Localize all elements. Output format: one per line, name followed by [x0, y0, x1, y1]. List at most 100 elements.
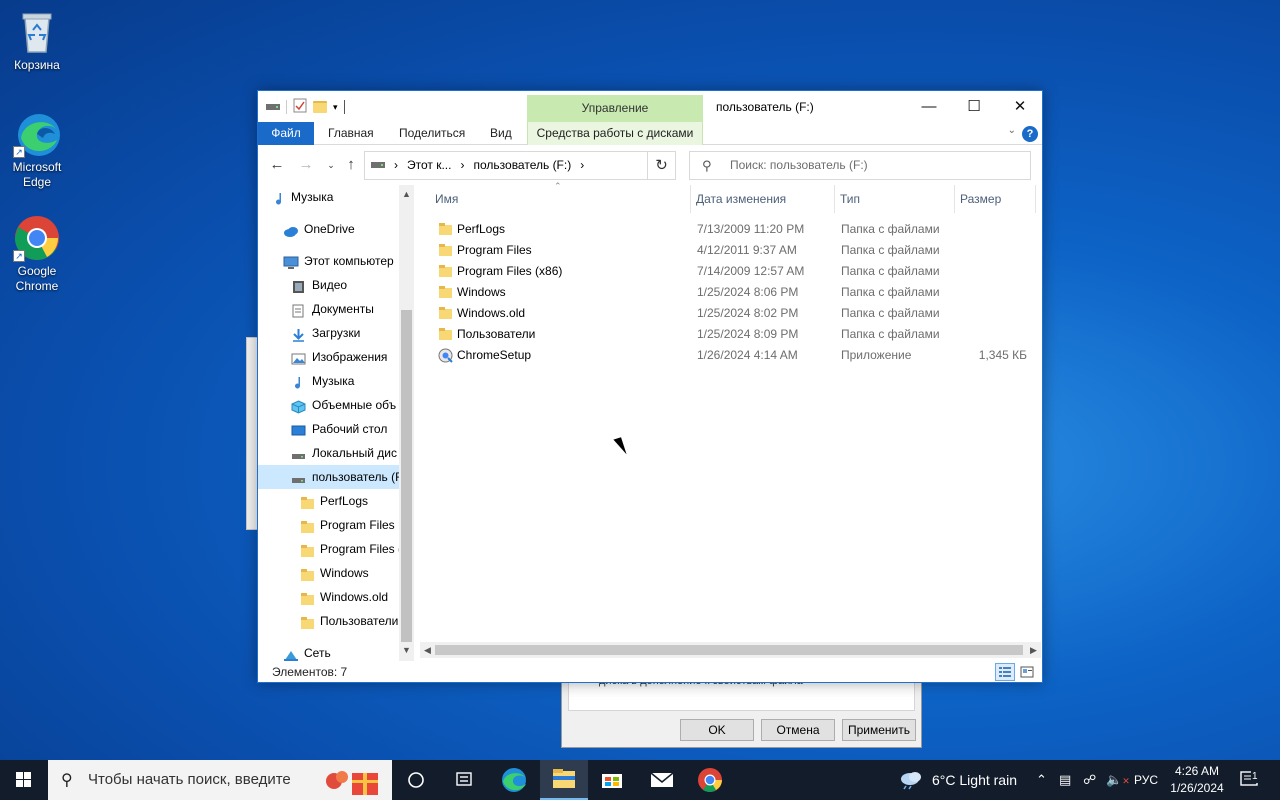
scroll-left-icon[interactable]: ◀ — [420, 642, 435, 658]
properties-icon[interactable] — [293, 98, 307, 116]
chevron-down-icon[interactable]: ▾ — [333, 102, 338, 113]
cloud-rain-icon — [901, 772, 921, 790]
tab-share[interactable]: Поделиться — [399, 122, 465, 145]
tab-home[interactable]: Главная — [328, 122, 374, 145]
language-indicator[interactable]: РУС — [1134, 760, 1158, 800]
breadcrumb-drive[interactable]: пользователь (F:) — [473, 152, 571, 179]
file-row[interactable]: Windows 1/25/2024 8:06 PM Папка с файлами — [430, 282, 1030, 303]
clock-time: 4:26 AM — [1174, 764, 1220, 778]
nav-item[interactable]: Сеть — [258, 641, 399, 661]
nav-item[interactable]: Program Files ( — [258, 537, 399, 561]
folder-icon — [300, 590, 315, 605]
nav-item[interactable]: OneDrive — [258, 217, 399, 241]
maximize-button[interactable]: ☐ — [951, 91, 997, 122]
scroll-down-icon[interactable]: ▼ — [399, 645, 414, 655]
apply-button[interactable]: Применить — [842, 719, 916, 741]
ok-button[interactable]: OK — [680, 719, 754, 741]
address-bar[interactable]: › Этот к... › пользователь (F:) › ⌄ — [364, 151, 671, 180]
nav-item[interactable]: Видео — [258, 273, 399, 297]
minimize-button[interactable]: — — [906, 91, 952, 122]
file-list-horizontal-scrollbar[interactable]: ◀ ▶ — [420, 642, 1041, 658]
desktop-icon-recycle-bin[interactable]: Корзина — [0, 8, 74, 73]
drive-icon — [291, 446, 306, 460]
nav-item[interactable]: Windows.old — [258, 585, 399, 609]
file-name: Windows.old — [457, 306, 526, 320]
help-icon[interactable]: ? — [1022, 126, 1038, 142]
close-button[interactable]: ✕ — [997, 91, 1043, 122]
chevron-right-icon[interactable]: › — [580, 152, 584, 179]
file-row[interactable]: ChromeSetup 1/26/2024 4:14 AM Приложение 1,… — [430, 345, 1030, 366]
search-input[interactable]: ⚲ Поиск: пользователь (F:) — [689, 151, 1031, 180]
tab-drive-tools[interactable]: Средства работы с дисками — [527, 122, 703, 145]
nav-item[interactable]: Объемные объ — [258, 393, 399, 417]
taskbar-chrome[interactable] — [686, 760, 734, 800]
clock[interactable]: 4:26 AM 1/26/2024 — [1162, 763, 1232, 797]
task-view-button[interactable] — [392, 760, 440, 800]
cancel-button[interactable]: Отмена — [761, 719, 835, 741]
desktop-icon-label: Корзина — [14, 58, 60, 72]
tab-view[interactable]: Вид — [490, 122, 512, 145]
network-icon[interactable]: ☍ — [1083, 760, 1096, 800]
nav-item[interactable]: Изображения — [258, 345, 399, 369]
tab-file[interactable]: Файл — [258, 122, 314, 145]
nav-item[interactable]: пользователь (F: — [258, 465, 399, 489]
nav-item-label: Пользователи — [320, 614, 399, 628]
taskbar-store[interactable] — [588, 760, 636, 800]
start-button[interactable] — [0, 760, 48, 800]
title-bar: ▾ Управление пользователь (F:) — ☐ ✕ — [258, 91, 1042, 122]
column-header-date[interactable]: Дата изменения — [691, 185, 835, 213]
details-view-button[interactable] — [995, 663, 1015, 681]
file-row[interactable]: Program Files 4/12/2011 9:37 AM Папка с фа… — [430, 240, 1030, 261]
column-header-type[interactable]: Тип — [835, 185, 955, 213]
scroll-right-icon[interactable]: ▶ — [1026, 642, 1041, 658]
file-row[interactable]: Пользователи 1/25/2024 8:09 PM Папка с фай… — [430, 324, 1030, 345]
nav-item[interactable]: Этот компьютер — [258, 249, 399, 273]
chevron-right-icon[interactable]: › — [460, 152, 464, 179]
nav-item[interactable]: Музыка — [258, 369, 399, 393]
scrollbar-thumb[interactable] — [435, 645, 1023, 655]
action-center-icon[interactable]: 1 — [1238, 760, 1262, 800]
navigation-pane-scrollbar[interactable]: ▲ ▼ — [399, 185, 414, 661]
nav-item[interactable]: Документы — [258, 297, 399, 321]
file-row[interactable]: Program Files (x86) 7/14/2009 12:57 AM Пап… — [430, 261, 1030, 282]
up-button[interactable]: ↑ — [340, 154, 362, 176]
desktop-icon-label: Google — [17, 264, 57, 278]
nav-item[interactable]: PerfLogs — [258, 489, 399, 513]
nav-item[interactable]: Музыка — [258, 185, 399, 209]
refresh-button[interactable]: ↻ — [647, 151, 676, 180]
taskbar-file-explorer[interactable] — [540, 760, 588, 800]
file-row[interactable]: PerfLogs 7/13/2009 11:20 PM Папка с файлам… — [430, 219, 1030, 240]
file-row[interactable]: Windows.old 1/25/2024 8:02 PM Папка с файл… — [430, 303, 1030, 324]
show-hidden-icons-chevron-icon[interactable]: ⌃ — [1036, 760, 1047, 800]
taskbar-edge[interactable] — [490, 760, 538, 800]
scroll-up-icon[interactable]: ▲ — [399, 189, 414, 199]
taskbar-mail[interactable] — [638, 760, 686, 800]
nav-item[interactable]: Рабочий стол — [258, 417, 399, 441]
taskbar-search-box[interactable]: ⚲ Чтобы начать поиск, введите — [48, 760, 392, 800]
music-icon — [272, 190, 287, 205]
meet-now-icon[interactable]: ▤ — [1059, 760, 1071, 800]
desktop-icon-chrome[interactable]: ↗ Google Chrome — [0, 214, 74, 294]
desktop-icon-edge[interactable]: ↗ Microsoft Edge — [0, 110, 74, 190]
nav-item-label: PerfLogs — [320, 494, 369, 508]
nav-item[interactable]: Загрузки — [258, 321, 399, 345]
nav-item[interactable]: Windows — [258, 561, 399, 585]
timeline-button[interactable] — [440, 760, 488, 800]
nav-item[interactable]: Локальный дис — [258, 441, 399, 465]
nav-item-label: Windows.old — [320, 590, 389, 604]
breadcrumb-this-pc[interactable]: Этот к... — [407, 152, 451, 179]
nav-item[interactable]: Пользователи — [258, 609, 399, 633]
expand-ribbon-icon[interactable]: ⌄ — [1008, 125, 1016, 136]
new-folder-icon[interactable] — [313, 101, 327, 113]
recent-locations-button[interactable]: ⌄ — [320, 154, 342, 176]
nav-item-label: Музыка — [291, 190, 334, 204]
scrollbar-thumb[interactable] — [401, 310, 412, 642]
forward-button[interactable]: → — [295, 154, 317, 176]
nav-item[interactable]: Program Files — [258, 513, 399, 537]
back-button[interactable]: ← — [266, 154, 288, 176]
column-header-size[interactable]: Размер — [955, 185, 1036, 213]
chevron-right-icon[interactable]: › — [394, 152, 398, 179]
volume-muted-icon[interactable]: 🔈✕ — [1106, 760, 1130, 800]
weather-widget[interactable]: 6°C Light rain — [898, 760, 1017, 800]
large-icons-view-button[interactable] — [1017, 663, 1037, 681]
